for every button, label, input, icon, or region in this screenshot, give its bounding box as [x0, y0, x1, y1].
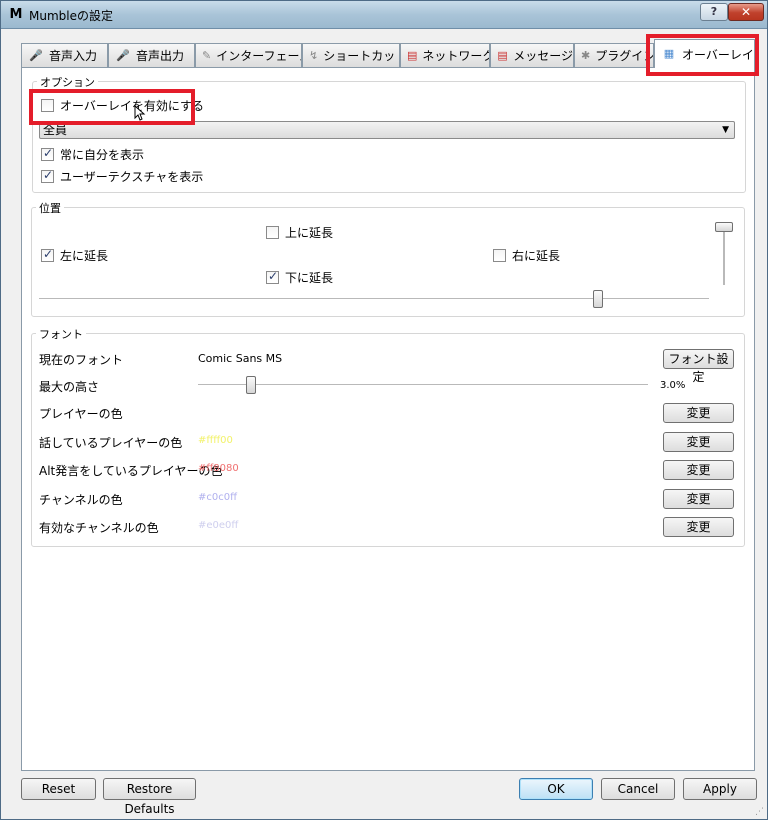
apply-button[interactable]: Apply [683, 778, 757, 800]
tab-overlay[interactable]: ▦ オーバーレイ [654, 39, 755, 68]
checkbox-label: 上に延長 [285, 226, 334, 240]
checkbox-box[interactable] [41, 247, 54, 262]
checkbox-label: 常に自分を表示 [60, 148, 145, 162]
tab-audio-input[interactable]: 🎤 音声入力 [21, 43, 108, 67]
alt-color-value: #ff8080 [198, 463, 239, 474]
tab-label: ショートカット [323, 49, 400, 63]
close-button[interactable]: ✕ [728, 3, 764, 21]
group-title: フォント [36, 326, 86, 342]
tab-interface[interactable]: ✎ インターフェース [195, 43, 302, 67]
channel-color-value: #c0c0ff [198, 492, 237, 503]
active-channel-color-value: #e0e0ff [198, 520, 239, 531]
change-alt-color-button[interactable]: 変更 [663, 460, 734, 480]
tab-label: 音声出力 [136, 49, 185, 63]
tab-messages[interactable]: ▤ メッセージ [490, 43, 574, 67]
change-channel-color-button[interactable]: 変更 [663, 489, 734, 509]
max-height-slider[interactable] [246, 376, 257, 394]
grow-right-checkbox[interactable]: 右に延長 [493, 247, 560, 264]
dropdown-arrow-icon: ▼ [722, 125, 729, 135]
checkbox-box[interactable] [41, 99, 54, 112]
alt-color-label: Alt発言をしているプレイヤーの色 [39, 464, 223, 478]
tab-label: プラグイン [595, 49, 654, 63]
speaker-icon: 🎤 [116, 48, 130, 62]
channel-color-label: チャンネルの色 [39, 493, 123, 507]
paint-icon: ✎ [202, 48, 212, 62]
checkbox-label: 右に延長 [512, 249, 561, 263]
overlay-icon: ▦ [663, 47, 675, 60]
tab-label: メッセージ [513, 49, 573, 63]
cancel-button[interactable]: Cancel [601, 778, 675, 800]
checkbox-label: オーバーレイを有効にする [60, 99, 205, 113]
plugin-icon: ✱ [581, 48, 591, 62]
checkbox-box[interactable] [493, 249, 506, 262]
tab-bar: 🎤 音声入力 🎤 音声出力 ✎ インターフェース ↯ ショートカット ▤ ネット… [21, 39, 755, 68]
show-select[interactable]: 全員 ▼ [39, 121, 735, 139]
tab-label: インターフェース [216, 49, 302, 63]
current-font-value: Comic Sans MS [198, 352, 283, 365]
reset-button[interactable]: Reset [21, 778, 96, 800]
horizontal-position-slider[interactable] [593, 290, 604, 308]
checkbox-box[interactable] [41, 146, 54, 161]
tab-shortcuts[interactable]: ↯ ショートカット [302, 43, 400, 67]
position-group: 位置 [31, 200, 745, 317]
network-icon: ▤ [407, 48, 418, 62]
vertical-position-track [723, 227, 725, 285]
grow-down-checkbox[interactable]: 下に延長 [266, 269, 333, 286]
help-button[interactable]: ? [700, 3, 728, 21]
horizontal-position-track [39, 298, 709, 300]
vertical-position-slider[interactable] [715, 222, 733, 232]
max-height-track [198, 384, 648, 386]
resize-grip-icon[interactable]: ⋰ [755, 807, 765, 817]
grow-left-checkbox[interactable]: 左に延長 [41, 247, 108, 264]
group-title: オプション [37, 74, 98, 90]
always-self-checkbox[interactable]: 常に自分を表示 [41, 146, 144, 163]
font-settings-button[interactable]: フォント設定 [663, 349, 734, 384]
tab-plugins[interactable]: ✱ プラグイン [574, 43, 654, 67]
change-player-color-button[interactable]: 変更 [663, 403, 734, 423]
message-icon: ▤ [497, 48, 508, 62]
user-texture-checkbox[interactable]: ユーザーテクスチャを表示 [41, 168, 203, 185]
talking-color-label: 話しているプレイヤーの色 [39, 436, 183, 450]
checkbox-box[interactable] [266, 269, 279, 284]
player-color-label: プレイヤーの色 [39, 407, 123, 421]
current-font-label: 現在のフォント [39, 353, 124, 367]
enable-overlay-checkbox[interactable]: オーバーレイを有効にする [41, 97, 204, 114]
tab-label: 音声入力 [49, 49, 98, 63]
select-value: 全員 [43, 123, 68, 137]
title-bar: M Mumbleの設定 ? ✕ [1, 1, 767, 29]
checkbox-label: ユーザーテクスチャを表示 [60, 170, 204, 184]
restore-defaults-button[interactable]: Restore Defaults [103, 778, 196, 816]
checkbox-label: 左に延長 [60, 249, 109, 263]
shortcut-icon: ↯ [309, 48, 319, 62]
mouse-cursor-icon [134, 105, 146, 121]
mumble-logo-icon: M [9, 7, 23, 22]
tab-audio-output[interactable]: 🎤 音声出力 [108, 43, 195, 67]
change-talking-color-button[interactable]: 変更 [663, 432, 734, 452]
tab-label: ネットワーク [422, 49, 490, 63]
microphone-icon: 🎤 [29, 48, 43, 62]
tab-network[interactable]: ▤ ネットワーク [400, 43, 490, 67]
max-height-value: 3.0% [660, 380, 686, 391]
max-height-label: 最大の高さ [39, 380, 100, 394]
checkbox-label: 下に延長 [285, 271, 334, 285]
window-title: Mumbleの設定 [29, 9, 113, 23]
tab-label: オーバーレイ [682, 47, 754, 62]
change-active-channel-color-button[interactable]: 変更 [663, 517, 734, 537]
active-channel-color-label: 有効なチャンネルの色 [39, 521, 159, 535]
ok-button[interactable]: OK [519, 778, 593, 800]
checkbox-box[interactable] [41, 168, 54, 183]
checkbox-box[interactable] [266, 226, 279, 239]
talking-color-value: #ffff00 [198, 435, 233, 446]
settings-window: M Mumbleの設定 ? ✕ 🎤 音声入力 🎤 音声出力 ✎ インターフェース… [0, 0, 768, 820]
group-title: 位置 [36, 200, 64, 216]
grow-up-checkbox[interactable]: 上に延長 [266, 224, 333, 241]
